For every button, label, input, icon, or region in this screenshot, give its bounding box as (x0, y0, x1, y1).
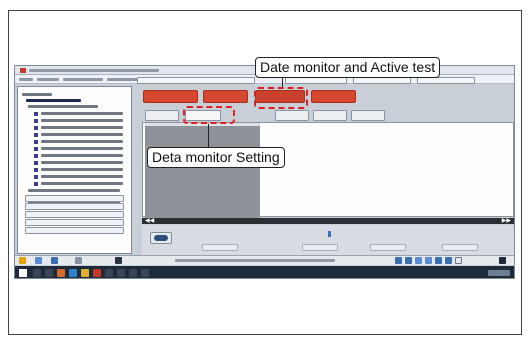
action-button[interactable] (25, 227, 124, 234)
control-button[interactable] (370, 244, 406, 251)
taskbar-icon[interactable] (69, 269, 77, 277)
monitor-controls (142, 225, 514, 255)
tab-active-test-setting[interactable] (145, 110, 179, 121)
bullet-icon (34, 182, 38, 186)
list-item-text (41, 140, 123, 143)
taskbar-icon[interactable] (117, 269, 125, 277)
control-button[interactable] (442, 244, 478, 251)
taskbar-icon[interactable] (129, 269, 137, 277)
tab-graph[interactable] (275, 110, 309, 121)
tab-diagnostic-trouble-code[interactable] (203, 90, 248, 103)
cursor-marker-icon (328, 231, 331, 237)
menu-item[interactable] (19, 78, 33, 81)
status-icon (51, 257, 58, 264)
menu-item[interactable] (37, 78, 59, 81)
action-button[interactable] (25, 211, 124, 218)
taskbar-icon[interactable] (45, 269, 53, 277)
tree-node-text (28, 105, 98, 108)
bullet-icon (34, 154, 38, 158)
down-arrow-icon[interactable] (499, 257, 506, 264)
bullet-icon (34, 133, 38, 137)
bullet-icon (34, 126, 38, 130)
action-button[interactable] (25, 219, 124, 226)
leader-line-bottom (208, 124, 209, 147)
window-title-text (29, 69, 159, 72)
go-icon (154, 235, 168, 241)
tab-record[interactable] (351, 110, 385, 121)
taskbar-icon[interactable] (81, 269, 89, 277)
action-button[interactable] (25, 195, 124, 202)
callout-date-monitor-active-test: Date monitor and Active test (255, 57, 441, 78)
scroll-left-icon[interactable]: ◀◀ (145, 218, 154, 224)
list-item-text (41, 147, 123, 150)
tool-icon[interactable] (455, 257, 462, 264)
tool-icon[interactable] (415, 257, 422, 264)
data-list-column[interactable] (145, 126, 260, 218)
list-item-text (41, 119, 123, 122)
list-item-text (41, 154, 123, 157)
taskbar-icon[interactable] (93, 269, 101, 277)
bullet-icon (34, 119, 38, 123)
list-item-text (41, 161, 123, 164)
list-item-text (41, 182, 123, 185)
header-button[interactable] (353, 77, 411, 84)
taskbar-clock (488, 270, 510, 276)
header-button[interactable] (285, 77, 347, 84)
tree-root-text (22, 93, 52, 96)
bullet-icon (34, 147, 38, 151)
list-item-text (41, 112, 123, 115)
tab-system-information-2[interactable] (311, 90, 356, 103)
tree-root[interactable] (22, 92, 62, 97)
status-icon (75, 257, 82, 264)
bullet-icon (34, 112, 38, 116)
control-button[interactable] (202, 244, 238, 251)
tool-icon[interactable] (395, 257, 402, 264)
tool-icon[interactable] (435, 257, 442, 264)
tree-node-text (26, 99, 81, 102)
scroll-right-icon[interactable]: ▶▶ (502, 218, 511, 224)
highlight-data-monitor-active-test-tab (254, 87, 308, 109)
taskbar-icon[interactable] (141, 269, 149, 277)
windows-taskbar (15, 266, 514, 278)
bullet-icon (34, 161, 38, 165)
tool-icon[interactable] (445, 257, 452, 264)
tab-compare[interactable] (313, 110, 347, 121)
header-button[interactable] (417, 77, 475, 84)
bullet-icon (34, 168, 38, 172)
list-item-text (41, 175, 123, 178)
app-icon (20, 68, 26, 73)
tool-icon[interactable] (425, 257, 432, 264)
control-button[interactable] (302, 244, 338, 251)
bullet-icon (34, 175, 38, 179)
warning-icon (19, 257, 26, 264)
highlight-data-monitor-setting-tab (183, 106, 235, 124)
tab-system-information[interactable] (143, 90, 198, 103)
list-item-text (41, 133, 123, 136)
status-icon (115, 257, 122, 264)
status-bar (15, 255, 514, 265)
go-button[interactable] (150, 232, 172, 244)
bullet-icon (34, 140, 38, 144)
menu-item[interactable] (63, 78, 103, 81)
vehicle-info-box (137, 77, 255, 84)
status-icon (35, 257, 42, 264)
callout-deta-monitor-setting: Deta monitor Setting (147, 147, 285, 168)
action-button[interactable] (25, 203, 124, 210)
taskbar-icon[interactable] (57, 269, 65, 277)
status-text (175, 259, 335, 262)
timeline-scrollbar[interactable]: ◀◀ ▶▶ (142, 218, 514, 224)
list-item-text (41, 168, 123, 171)
left-action-buttons (17, 194, 132, 235)
tool-icon[interactable] (405, 257, 412, 264)
list-item-text (41, 126, 123, 129)
taskbar-icon[interactable] (33, 269, 41, 277)
taskbar-icon[interactable] (105, 269, 113, 277)
list-item-text (28, 189, 120, 192)
windows-logo-icon[interactable] (19, 269, 27, 277)
